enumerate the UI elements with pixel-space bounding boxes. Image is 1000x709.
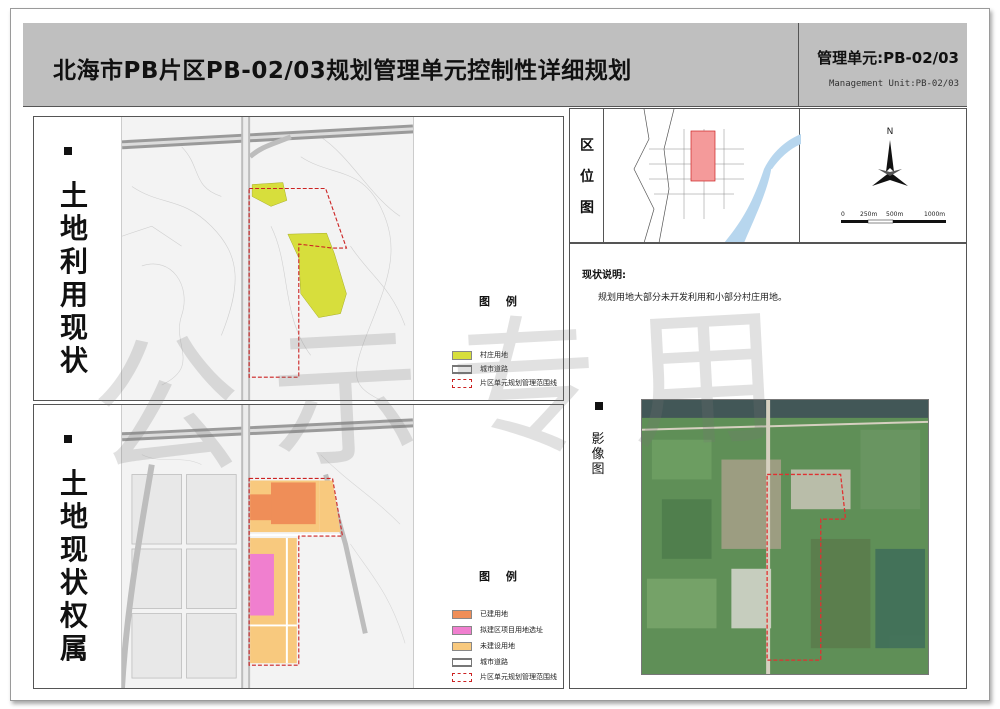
location-panel: 区 位 图 N 0 250m 500m 1000m <box>569 108 967 243</box>
svg-text:250m: 250m <box>860 211 877 218</box>
location-label-2: 位 <box>580 169 594 185</box>
legend-project-site: 拟建区项目用地选址 <box>452 625 543 637</box>
legend-built-land: 已建用地 <box>452 609 508 621</box>
unbuilt-land-swatch <box>452 641 472 651</box>
title-bar: 北海市PB片区PB-02/03规划管理单元控制性详细规划 管理单元:PB-02/… <box>23 23 967 107</box>
bullet-icon <box>64 147 72 155</box>
land-use-label: 土 地 利 用 现 状 <box>34 117 119 400</box>
legend-village-land: 村庄用地 <box>452 350 508 362</box>
legend-boundary: 片区单元规划管理范围线 <box>452 672 557 684</box>
land-use-legend-title: 图 例 <box>479 295 523 308</box>
boundary-swatch <box>452 672 472 682</box>
location-label-3: 图 <box>580 200 594 216</box>
ownership-label-text: 土 地 现 状 权 属 <box>59 467 88 665</box>
bullet-icon <box>64 435 72 443</box>
management-unit-cn: 管理单元:PB-02/03 <box>817 49 959 67</box>
village-land-swatch <box>452 350 472 360</box>
scale-bar-icon: 0 250m 500m 1000m <box>841 211 946 224</box>
ownership-map <box>121 405 414 688</box>
project-site-swatch <box>452 625 472 635</box>
plan-title: 北海市PB片区PB-02/03规划管理单元控制性详细规划 <box>53 58 632 84</box>
north-arrow-icon: N <box>872 127 908 186</box>
location-label-1: 区 <box>580 138 594 154</box>
land-use-label-text: 土 地 利 用 现 状 <box>59 179 88 377</box>
svg-text:500m: 500m <box>886 211 903 218</box>
aerial-image-label: 影像图 <box>591 432 605 477</box>
legend-unbuilt-land: 未建设用地 <box>452 641 515 653</box>
svg-text:1000m: 1000m <box>924 211 945 218</box>
land-ownership-panel: 土 地 现 状 权 属 图 例 已建用地 拟建区项目用地选址 未建设用地 城市道… <box>33 404 564 689</box>
description-text: 规划用地大部分未开发利用和小部分村庄用地。 <box>598 293 788 303</box>
built-land-swatch <box>452 609 472 619</box>
land-use-panel: 土 地 利 用 现 状 图 例 村庄用地 城市道路 片区单元规划管理范围线 <box>33 116 564 401</box>
legend-boundary: 片区单元规划管理范围线 <box>452 378 557 390</box>
description-title: 现状说明: <box>582 270 626 281</box>
management-unit-en: Management Unit:PB-02/03 <box>828 79 959 89</box>
location-map <box>603 109 801 242</box>
aerial-image <box>641 399 929 675</box>
svg-text:0: 0 <box>841 211 845 218</box>
city-road-swatch <box>452 364 472 374</box>
svg-text:N: N <box>887 127 894 137</box>
ownership-label: 土 地 现 状 权 属 <box>34 405 119 688</box>
bullet-icon <box>595 402 603 410</box>
management-unit-box: 管理单元:PB-02/03 Management Unit:PB-02/03 <box>798 23 967 107</box>
legend-city-road: 城市道路 <box>452 657 508 669</box>
land-use-map <box>121 117 414 400</box>
boundary-swatch <box>452 378 472 388</box>
legend-city-road: 城市道路 <box>452 364 508 376</box>
ownership-legend-title: 图 例 <box>479 570 523 583</box>
city-road-swatch <box>452 657 472 667</box>
description-panel: 现状说明: 规划用地大部分未开发利用和小部分村庄用地。 影像图 <box>569 243 967 689</box>
